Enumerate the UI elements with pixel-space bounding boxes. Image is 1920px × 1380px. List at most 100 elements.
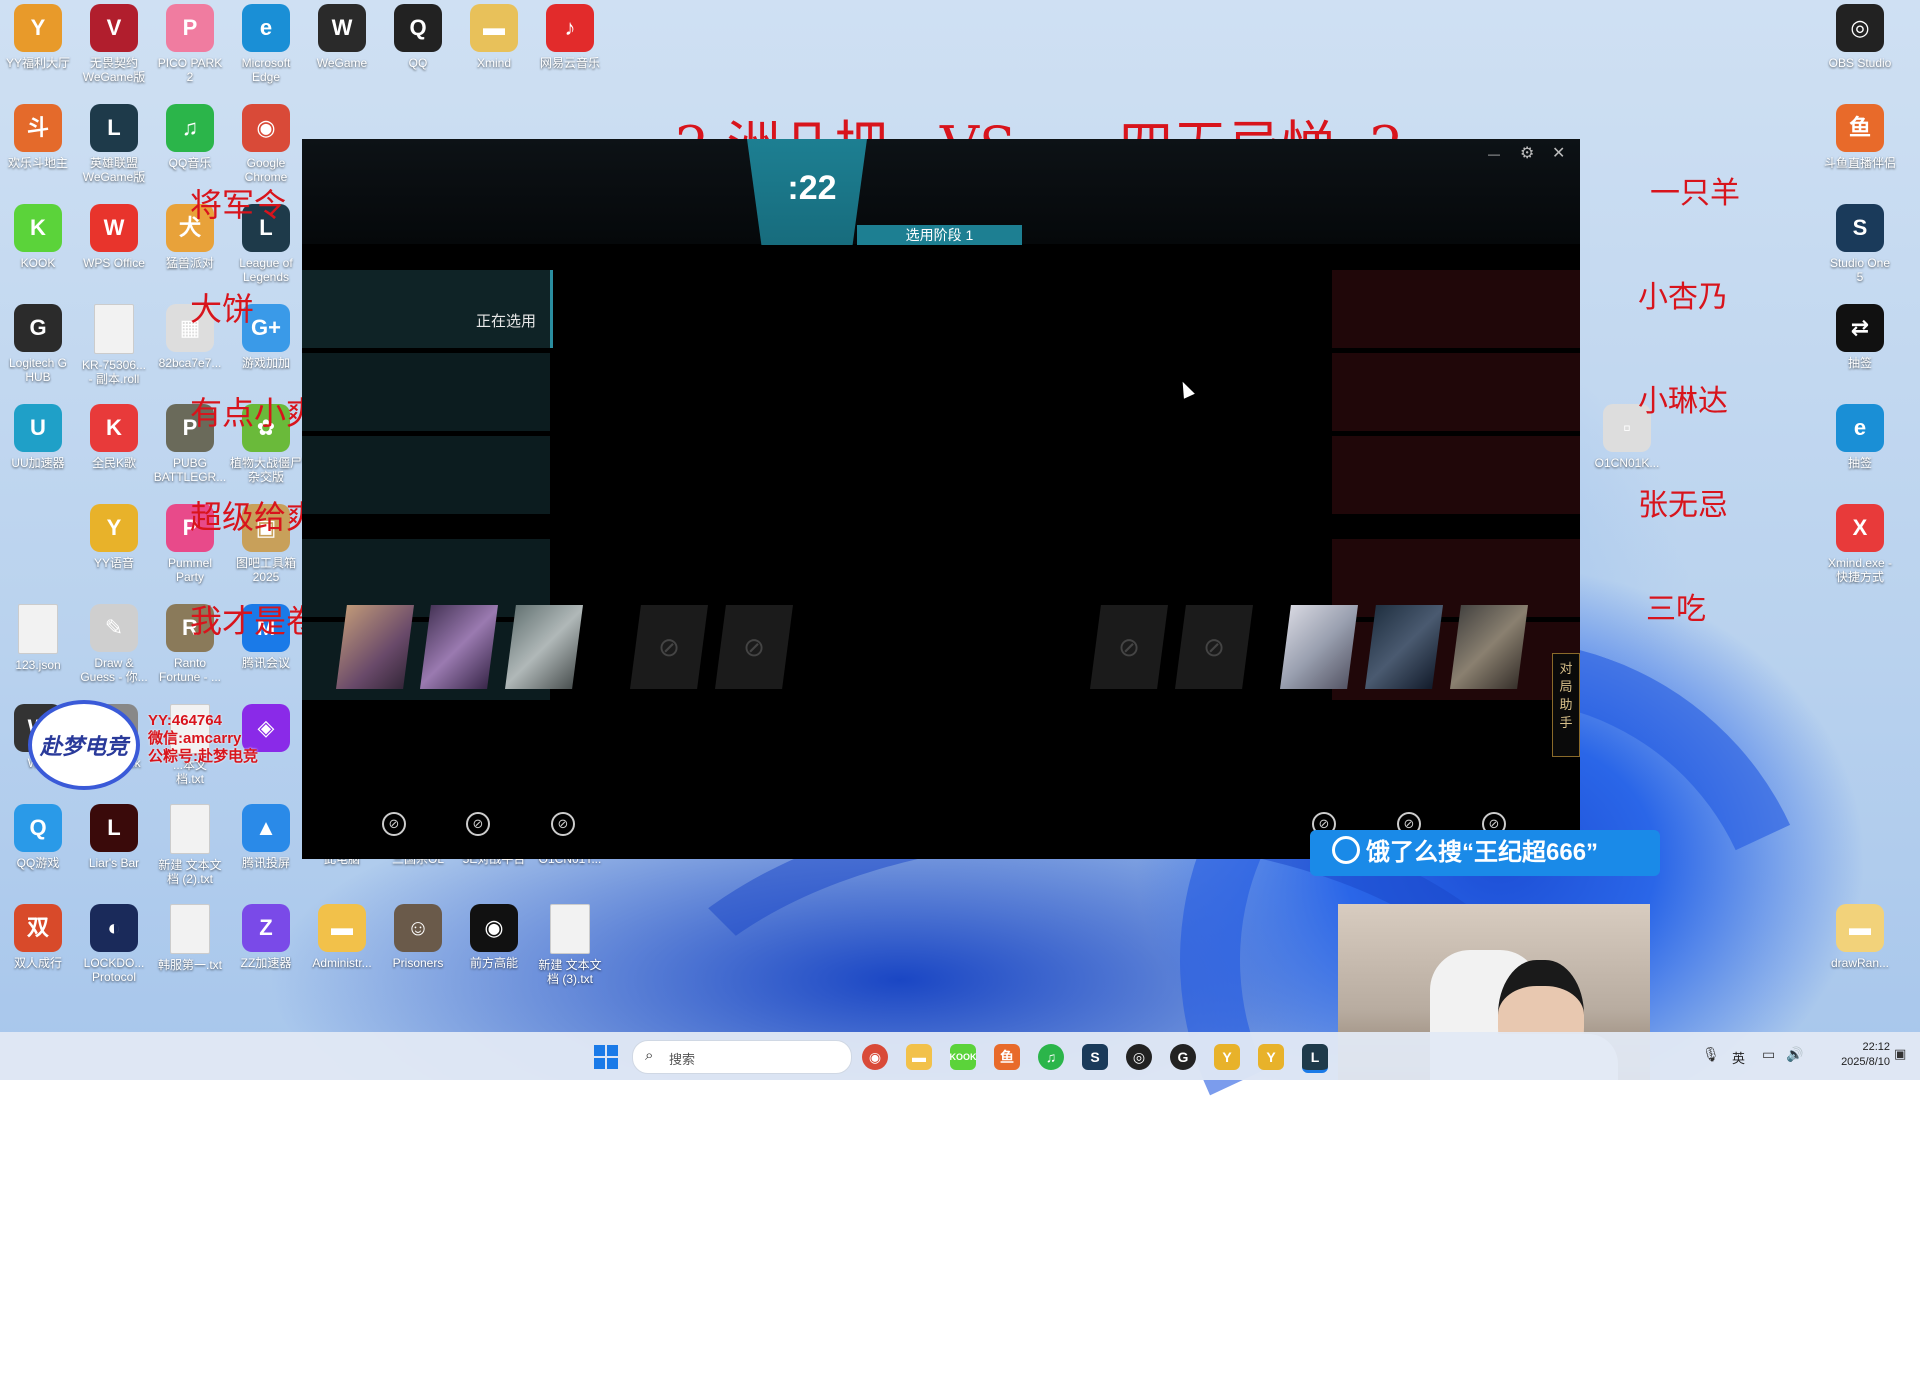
search-box[interactable]: ⌕ 搜索 [632,1040,852,1074]
desktop-icon[interactable]: L Liar's Bar [77,804,151,870]
desktop-icon-label: Prisoners [392,956,444,970]
ally-slot-2[interactable] [302,353,550,431]
desktop-icon[interactable]: ◉ 前方高能 [457,904,531,970]
desktop-icon[interactable]: ◐ LOCKDO... Protocol [77,904,151,984]
mic-icon[interactable]: 🎙 [1702,1046,1720,1063]
desktop-icon[interactable]: ▲ 腾讯投屏 [229,804,303,870]
network-icon[interactable]: ▭ [1762,1046,1775,1063]
desktop-icon[interactable]: ▬ Xmind [457,4,531,70]
desktop-icon-label: 全民K歌 [91,456,136,470]
logitech-icon[interactable]: G [1170,1044,1196,1070]
desktop-icon[interactable]: K KOOK [1,204,75,270]
kook-icon[interactable]: KOOK [950,1044,977,1070]
desktop-icon[interactable]: ▬ Administr... [305,904,379,970]
desktop-icon-label: QQ音乐 [168,156,212,170]
desktop-icon[interactable]: Q QQ游戏 [1,804,75,870]
desktop-icon[interactable]: W WPS Office [77,204,151,270]
desktop-icon[interactable]: 斗欢乐斗地主 [1,104,75,170]
desktop-icon-label: PUBG BATTLEGR... [153,456,227,484]
pico-park-icon: P [166,4,214,52]
yy-voice-icon[interactable]: Y [1258,1044,1284,1070]
side-tab-char: 手 [1559,715,1573,730]
desktop-icon[interactable]: 新建 文本文 档 (2).txt [153,804,227,886]
desktop-icon[interactable]: 新建 文本文 档 (3).txt [533,904,607,986]
minimize-button[interactable]: — [1488,147,1500,161]
desktop-icon[interactable]: 双双人成行 [1,904,75,970]
desktop-icon-label: WeGame [316,56,368,70]
desktop-icon[interactable]: ◉ Google Chrome [229,104,303,184]
obs-icon: ◎ [1836,4,1884,52]
studio-one-icon[interactable]: S [1082,1044,1108,1070]
desktop-icon[interactable]: Q QQ [381,4,455,70]
start-button[interactable] [594,1045,618,1069]
desktop-icon[interactable]: Y YY福利大厅 [1,4,75,70]
right-player-name: 小杏乃 [1638,280,1728,315]
ally-slot-3[interactable] [302,436,550,514]
ally-slot-1[interactable]: 正在选用 [302,270,553,348]
desktop-icon[interactable]: G Logitech G HUB [1,304,75,384]
desktop-icon[interactable]: ⇄ 抽签 [1823,304,1897,370]
desktop-icon[interactable]: 123.json [1,604,75,672]
ally-slot-4[interactable] [302,539,550,617]
desktop-icon[interactable]: U UU加速器 [1,404,75,470]
obs-icon[interactable]: ◎ [1126,1044,1152,1070]
desktop-icon-label: 图吧工具箱 2025 [235,556,296,584]
folder-icon: ▬ [470,4,518,52]
file-icon [18,604,58,654]
desktop-icon[interactable]: e 抽签 [1823,404,1897,470]
ime-indicator[interactable]: 英 [1732,1048,1745,1067]
douyu-icon: 鱼 [1836,104,1884,152]
close-button[interactable]: ✕ [1552,143,1565,163]
yy-voice-icon: Y [90,504,138,552]
desktop-icon[interactable]: ◎ OBS Studio [1823,4,1897,70]
desktop-icon-label: QQ游戏 [16,856,60,870]
file-explorer-icon[interactable]: ▬ [906,1044,932,1070]
chrome-icon[interactable]: ◉ [862,1044,888,1070]
liars-bar-icon: L [90,804,138,852]
desktop-icon[interactable]: ♪ 网易云音乐 [533,4,607,70]
kge-icon: K [90,404,138,452]
douyu-icon[interactable]: 鱼 [994,1044,1020,1070]
ban-icon: ⊘ [382,812,406,836]
ban-slot-empty: ⊘ [1090,605,1168,689]
side-tab-char: 助 [1559,697,1573,712]
settings-icon[interactable]: ⚙ [1520,143,1534,163]
desktop-icon[interactable]: L 英雄联盟 WeGame版 [77,104,151,184]
qq-music-icon: ♫ [166,104,214,152]
desktop-icon-label: Ranto Fortune - ... [158,656,222,684]
desktop-icon[interactable]: Z ZZ加速器 [229,904,303,970]
desktop-icon-label: 前方高能 [469,956,518,970]
desktop-icon[interactable]: Y YY语音 [77,504,151,570]
desktop-icon[interactable]: V 无畏契约 WeGame版 [77,4,151,84]
desktop-icon-label: 双人成行 [13,956,62,970]
volume-icon[interactable]: 🔊 [1786,1046,1803,1063]
desktop-icon[interactable]: ✎ Draw & Guess - 你... [77,604,151,684]
desktop-icon-label: ZZ加速器 [240,956,292,970]
clock[interactable]: 22:12 2025/8/10 [1814,1040,1890,1070]
lol-icon[interactable]: L [1302,1044,1328,1073]
desktop-icon-label: League of Legends [239,256,293,284]
file-icon [94,304,134,354]
desktop-icon[interactable]: S Studio One 5 [1823,204,1897,284]
desktop-icon[interactable]: P PICO PARK 2 [153,4,227,84]
match-assistant-tab[interactable]: 对 局 助 手 [1552,653,1580,757]
qq-music-icon[interactable]: ♫ [1038,1044,1064,1070]
eleme-icon [1332,836,1360,864]
yy-icon[interactable]: Y [1214,1044,1240,1070]
desktop-icon[interactable]: ♫ QQ音乐 [153,104,227,170]
desktop-icon[interactable]: ▬ drawRan... [1823,904,1897,970]
desktop-icon-label: UU加速器 [11,456,65,470]
desktop-icon[interactable]: W WeGame [305,4,379,70]
desktop-icon[interactable]: X Xmind.exe - 快捷方式 [1823,504,1897,584]
desktop-icon[interactable]: ☺ Prisoners [381,904,455,970]
desktop-icon[interactable]: 韩服第一.txt [153,904,227,972]
desktop-icon[interactable]: K 全民K歌 [77,404,151,470]
desktop-icon-label: Studio One 5 [1829,256,1891,284]
desktop-icon[interactable]: 鱼斗鱼直播伴侣 [1823,104,1897,170]
desktop-icon[interactable]: KR-75306... - 副本.roll [77,304,151,386]
desktop-icon[interactable]: e Microsoft Edge [229,4,303,84]
desktop-icon-label: 网易云音乐 [539,56,600,70]
notification-icon[interactable]: ▣ [1894,1046,1906,1062]
ban-champion-1 [336,605,414,689]
stream-logo: 赴梦电竞 [28,700,140,790]
